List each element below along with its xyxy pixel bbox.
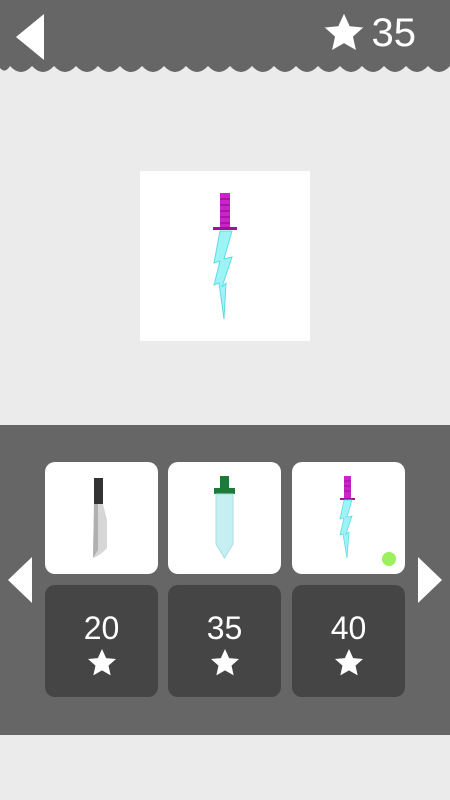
owned-indicator <box>382 552 396 566</box>
star-icon <box>88 649 116 676</box>
back-arrow-icon <box>16 14 44 60</box>
kitchen-knife-icon <box>93 478 107 558</box>
price-button-kitchen-knife[interactable]: 20 <box>45 585 158 697</box>
next-page-button[interactable] <box>416 555 444 605</box>
left-arrow-icon <box>8 557 32 603</box>
price-button-crystal-sword[interactable]: 35 <box>168 585 281 697</box>
crystal-sword-icon <box>214 476 235 559</box>
wave-edge <box>0 62 450 72</box>
lightning-dagger-icon <box>213 193 237 320</box>
price-button-lightning-dagger[interactable]: 40 <box>292 585 405 697</box>
right-arrow-icon <box>418 557 442 603</box>
price-value: 20 <box>83 610 120 646</box>
price-value: 35 <box>206 610 243 646</box>
back-button[interactable] <box>14 12 46 62</box>
prev-page-button[interactable] <box>6 555 34 605</box>
shop-item-crystal-sword[interactable] <box>168 462 281 574</box>
star-icon <box>211 649 239 676</box>
price-value: 40 <box>330 610 367 646</box>
star-icon <box>324 13 363 51</box>
shop-panel: 20 35 40 <box>0 425 450 735</box>
shop-item-kitchen-knife[interactable] <box>45 462 158 574</box>
shop-item-lightning-dagger[interactable] <box>292 462 405 574</box>
star-counter: 35 <box>322 8 417 58</box>
star-total: 35 <box>371 11 417 55</box>
selected-item-preview <box>140 171 310 341</box>
star-icon <box>335 649 363 676</box>
